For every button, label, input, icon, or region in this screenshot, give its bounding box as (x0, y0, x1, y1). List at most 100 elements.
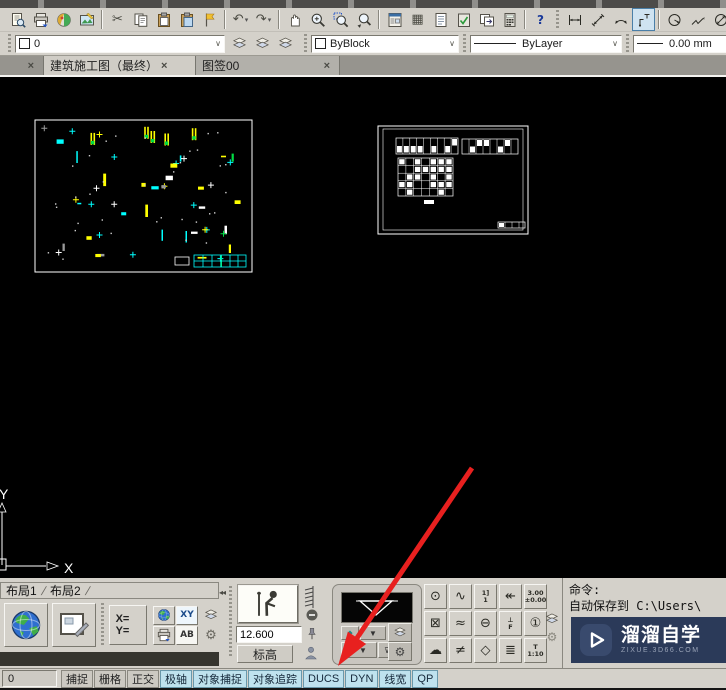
contour-tool[interactable] (300, 584, 322, 622)
zoom-previous-button[interactable] (352, 8, 375, 31)
device-diamond-button[interactable]: ◆ (341, 626, 359, 640)
drawing-canvas[interactable]: YX (0, 77, 726, 578)
gear-icon[interactable]: ⚙ (547, 630, 558, 644)
xy-cell-button[interactable]: XY (176, 605, 198, 625)
mini-globe-button[interactable] (153, 605, 175, 625)
ab-cell-button[interactable]: AB (176, 625, 198, 645)
palette-grip[interactable] (100, 603, 104, 647)
status-toggle-正交[interactable]: 正交 (127, 669, 159, 688)
file-tab-建筑施工图（最终）[interactable]: 建筑施工图（最终） × (44, 56, 196, 75)
paste-special-button[interactable] (175, 8, 198, 31)
layer-states-manager-button[interactable] (274, 32, 297, 55)
arrow-leader-button[interactable]: ↞ (499, 584, 522, 609)
mini-stamp-button[interactable] (153, 625, 175, 645)
close-icon[interactable]: × (321, 60, 333, 72)
file-tab-partial[interactable]: × (0, 56, 44, 75)
preview-button[interactable] (6, 8, 29, 31)
elevation-symbol-button[interactable]: 3.00 ±0.00 (524, 584, 547, 609)
status-toggle-DYN[interactable]: DYN (345, 669, 379, 688)
break-mark-button[interactable]: ≠ (449, 638, 472, 663)
elevation-label-button[interactable]: 标高 (237, 645, 293, 663)
dim-jogged-button[interactable] (686, 8, 709, 31)
person-tool[interactable] (302, 644, 320, 662)
quick-calc-button[interactable] (498, 8, 521, 31)
cut-button[interactable]: ✂ (106, 8, 129, 31)
diamond-dim-button[interactable]: ◇ (474, 638, 497, 663)
image-edit-button[interactable] (75, 8, 98, 31)
gear-icon[interactable]: ⚙ (205, 627, 217, 643)
wave-line-button[interactable]: ∿ (449, 584, 472, 609)
color-combo[interactable]: ByBlock ∨ (311, 34, 459, 53)
device-layers-button[interactable] (388, 623, 412, 642)
paste-button[interactable] (152, 8, 175, 31)
status-toggle-线宽[interactable]: 线宽 (379, 669, 412, 688)
elevation-input[interactable] (236, 626, 302, 643)
dim-ordinate-button[interactable] (632, 8, 655, 31)
zoom-realtime-button[interactable] (306, 8, 329, 31)
toolbar-grip[interactable] (8, 34, 11, 53)
device-down-button[interactable]: ▼ (360, 626, 386, 640)
layers-icon[interactable] (203, 608, 219, 622)
properties-palette-button[interactable] (383, 8, 406, 31)
command-line-panel[interactable]: 命令: 自动保存到 C:\Users\ 溜溜自学 ZIXUE.3D66.COM (562, 578, 726, 668)
index-pointer-button[interactable]: 1] 1 (474, 584, 497, 609)
status-toggle-QP[interactable]: QP (412, 669, 439, 688)
redo-button[interactable]: ↷ ▾ (252, 8, 275, 31)
revision-cloud-button[interactable]: ☁ (424, 638, 447, 663)
device-double-down-button[interactable]: ▼▼ (341, 642, 377, 658)
layout-tab-布局1[interactable]: 布局1 (6, 582, 37, 599)
dim-aligned-button[interactable] (586, 8, 609, 31)
sheet-set-manager-button[interactable] (429, 8, 452, 31)
pipe-break-button[interactable]: ⊖ (474, 611, 497, 636)
pan-button[interactable] (283, 8, 306, 31)
close-icon[interactable]: × (158, 60, 170, 72)
dropdown-caret-icon[interactable]: ▾ (245, 16, 249, 24)
publish-button[interactable] (475, 8, 498, 31)
toolbar-grip[interactable] (304, 34, 307, 53)
pin-tool[interactable] (304, 626, 320, 642)
dim-diameter-button[interactable] (709, 8, 726, 31)
render-button[interactable] (52, 8, 75, 31)
zoom-window-button[interactable] (329, 8, 352, 31)
status-toggle-极轴[interactable]: 极轴 (160, 669, 192, 688)
layout-tab-布局2[interactable]: 布局2 (50, 582, 81, 599)
surveyor-button[interactable] (237, 584, 299, 624)
dropdown-caret-icon[interactable]: ▾ (268, 16, 272, 24)
xy-coordinate-button[interactable]: X= Y= (108, 605, 147, 645)
linetype-combo[interactable]: ByLayer ∨ (470, 34, 622, 53)
toolbar-grip[interactable] (626, 34, 629, 53)
lineweight-combo[interactable]: 0.00 mm (633, 34, 726, 53)
toolbar-grip[interactable] (556, 10, 559, 29)
dim-arc-length-button[interactable] (609, 8, 632, 31)
double-wave-button[interactable]: ≈ (449, 611, 472, 636)
match-properties-button[interactable] (198, 8, 221, 31)
world-view-button[interactable] (4, 603, 48, 647)
layer-previous-button[interactable] (251, 32, 274, 55)
status-toggle-捕捉[interactable]: 捕捉 (61, 669, 93, 688)
file-tab-图签00[interactable]: 图签00 × (196, 56, 340, 75)
copy-button[interactable] (129, 8, 152, 31)
toolbar-grip[interactable] (463, 34, 466, 53)
close-icon[interactable]: × (25, 60, 37, 72)
new-layout-button[interactable] (51, 603, 96, 647)
dim-linear-button[interactable] (563, 8, 586, 31)
collapse-arrows-icon[interactable]: ◂◂ (219, 588, 226, 597)
undo-button[interactable]: ↶ ▾ (229, 8, 252, 31)
design-center-button[interactable]: ▦ (406, 8, 429, 31)
status-toggle-对象追踪[interactable]: 对象追踪 (248, 669, 302, 688)
status-toggle-对象捕捉[interactable]: 对象捕捉 (193, 669, 247, 688)
layer-properties-manager-button[interactable] (228, 32, 251, 55)
multi-leader-button[interactable]: ≣ (499, 638, 522, 663)
status-toggle-DUCS[interactable]: DUCS (303, 669, 345, 688)
help-button[interactable]: ? (529, 8, 552, 31)
markup-set-manager-button[interactable] (452, 8, 475, 31)
section-cut-button[interactable]: ⊠ (424, 611, 447, 636)
status-toggle-栅格[interactable]: 栅格 (94, 669, 126, 688)
updown-leader-button[interactable]: ⊥ F (499, 611, 522, 636)
layers-icon[interactable] (544, 612, 560, 626)
dock-grip[interactable] (229, 586, 232, 658)
dim-radius-button[interactable] (663, 8, 686, 31)
layer-combo[interactable]: 0 ∨ (15, 34, 225, 53)
coordinate-dim-button[interactable]: ⊙ (424, 584, 447, 609)
plot-button[interactable] (29, 8, 52, 31)
